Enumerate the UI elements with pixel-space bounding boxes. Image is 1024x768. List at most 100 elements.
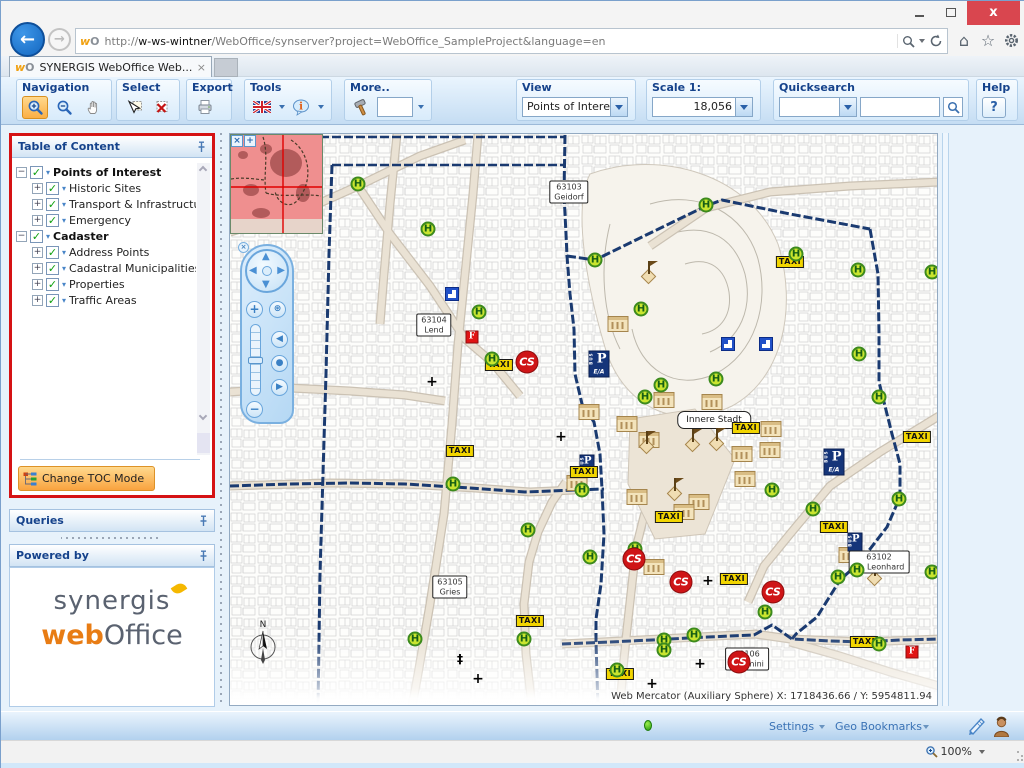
expander-icon[interactable]: +: [32, 247, 43, 258]
settings-caret-icon[interactable]: [819, 725, 825, 729]
church-cross-marker[interactable]: +: [702, 574, 714, 588]
citizen-service-marker[interactable]: CS: [670, 571, 693, 594]
toc-node-transport-infrastructure[interactable]: +✓▾Transport & Infrastructure: [12, 196, 212, 212]
museum-marker[interactable]: [702, 394, 723, 410]
queries-panel-header[interactable]: Queries: [9, 509, 215, 532]
toc-node-cadaster[interactable]: −✓▾Cadaster: [12, 228, 212, 244]
pin-icon[interactable]: [199, 515, 208, 527]
refresh-icon[interactable]: [929, 34, 943, 48]
pan-compass[interactable]: ▲ ▼ ◀ ▶: [245, 249, 289, 293]
church-cross-marker[interactable]: +: [426, 375, 438, 389]
bus-stop-marker[interactable]: H: [851, 263, 866, 278]
help-button[interactable]: ?: [982, 97, 1006, 118]
bus-stop-marker[interactable]: H: [421, 222, 436, 237]
bus-stop-marker[interactable]: H: [638, 390, 653, 405]
citizen-service-marker[interactable]: CS: [728, 651, 751, 674]
widget-zoom-in-button[interactable]: +: [246, 301, 263, 318]
toc-node-traffic-areas[interactable]: +✓▾Traffic Areas: [12, 292, 212, 308]
taxi-stand-marker[interactable]: TAXI: [516, 615, 544, 627]
church-cross-marker[interactable]: +: [472, 672, 484, 686]
pan-left-icon[interactable]: ◀: [249, 266, 257, 276]
museum-marker[interactable]: [761, 421, 782, 437]
layer-checkbox[interactable]: ✓: [46, 214, 59, 227]
browser-forward-button[interactable]: →: [48, 28, 71, 51]
scroll-down-icon[interactable]: [199, 412, 207, 420]
zoom-slider-handle[interactable]: [248, 357, 263, 364]
full-extent-button[interactable]: ⊛: [269, 301, 286, 318]
browser-tab[interactable]: wO SYNERGIS WebOffice Web... ×: [9, 56, 212, 77]
overview-map[interactable]: × +: [230, 134, 323, 234]
previous-extent-button[interactable]: ◀: [271, 331, 288, 348]
bus-stop-marker[interactable]: H: [446, 477, 461, 492]
user-avatar-icon[interactable]: [993, 716, 1010, 741]
museum-marker[interactable]: [644, 559, 665, 575]
zoom-caret-icon[interactable]: [979, 750, 985, 754]
bus-stop-marker[interactable]: H: [521, 523, 536, 538]
zoom-out-tool-button[interactable]: [51, 96, 77, 119]
geo-bookmarks-menu[interactable]: Geo Bookmarks: [835, 720, 922, 733]
bus-stop-marker[interactable]: H: [657, 643, 672, 658]
landmark-flag-marker[interactable]: [638, 430, 656, 454]
layer-checkbox[interactable]: ✓: [46, 182, 59, 195]
expander-icon[interactable]: +: [32, 215, 43, 226]
parking-marker[interactable]: BUSP: [848, 533, 863, 552]
zoom-slider[interactable]: [250, 324, 261, 396]
bus-stop-marker[interactable]: H: [925, 565, 939, 580]
quicksearch-input[interactable]: [860, 97, 940, 117]
layer-checkbox[interactable]: ✓: [46, 198, 59, 211]
layer-options-icon[interactable]: ▾: [46, 232, 50, 241]
bus-stop-marker[interactable]: H: [408, 632, 423, 647]
favorites-star-icon[interactable]: ☆: [977, 29, 999, 53]
taxi-stand-marker[interactable]: TAXI: [570, 466, 598, 478]
pan-tool-button[interactable]: [80, 96, 106, 119]
museum-marker[interactable]: [760, 442, 781, 458]
layer-checkbox[interactable]: ✓: [46, 294, 59, 307]
bus-stop-marker[interactable]: H: [517, 632, 532, 647]
taxi-stand-marker[interactable]: TAXI: [720, 573, 748, 585]
layer-checkbox[interactable]: ✓: [46, 246, 59, 259]
select-features-button[interactable]: [122, 96, 147, 119]
layer-options-icon[interactable]: ▾: [62, 216, 66, 225]
bus-stop-marker[interactable]: H: [687, 628, 702, 643]
bus-stop-marker[interactable]: H: [351, 177, 366, 192]
layer-checkbox[interactable]: ✓: [30, 230, 43, 243]
browser-back-button[interactable]: ←: [10, 22, 45, 57]
overview-close-button[interactable]: ×: [231, 135, 243, 147]
bus-stop-marker[interactable]: H: [588, 253, 603, 268]
toc-node-properties[interactable]: +✓▾Properties: [12, 276, 212, 292]
parking-marker[interactable]: BUSPE/A: [824, 449, 845, 476]
landmark-flag-marker[interactable]: [708, 427, 726, 451]
settings-menu[interactable]: Settings: [769, 720, 814, 733]
expander-icon[interactable]: +: [32, 295, 43, 306]
expander-icon[interactable]: −: [16, 231, 27, 242]
layer-options-icon[interactable]: ▾: [62, 248, 66, 257]
taxi-stand-marker[interactable]: TAXI: [655, 511, 683, 523]
bus-stop-marker[interactable]: H: [892, 492, 907, 507]
address-bar[interactable]: wO http://w-ws-wintner/WebOffice/synserv…: [75, 28, 948, 54]
pin-icon[interactable]: [199, 550, 208, 562]
pan-right-icon[interactable]: ▶: [277, 266, 285, 276]
poi-blue-marker[interactable]: [445, 287, 459, 301]
settings-gear-icon[interactable]: [1000, 29, 1022, 53]
overview-move-button[interactable]: +: [244, 135, 256, 147]
map-viewport[interactable]: Innere StadtBUSPE/ABUSPE/ABUSPBUSPFF++++…: [229, 133, 938, 706]
bus-stop-marker[interactable]: H: [610, 663, 625, 678]
pan-down-icon[interactable]: ▼: [262, 280, 270, 290]
bus-stop-marker[interactable]: H: [485, 352, 500, 367]
expander-icon[interactable]: +: [32, 199, 43, 210]
toc-node-points-of-interest[interactable]: −✓▾Points of Interest: [12, 164, 212, 180]
landmark-flag-marker[interactable]: [666, 477, 684, 501]
layer-options-icon[interactable]: ▾: [62, 280, 66, 289]
search-icon[interactable]: [902, 35, 915, 48]
sidebar-map-splitter[interactable]: [218, 133, 224, 706]
bus-stop-marker[interactable]: H: [925, 265, 939, 280]
bus-stop-marker[interactable]: H: [872, 637, 887, 652]
landmark-flag-marker[interactable]: [684, 428, 702, 452]
pharmacy-marker[interactable]: F: [906, 646, 919, 659]
bus-stop-marker[interactable]: H: [575, 483, 590, 498]
bus-stop-marker[interactable]: H: [634, 302, 649, 317]
taxi-stand-marker[interactable]: TAXI: [903, 431, 931, 443]
scale-combo-dropdown[interactable]: [735, 98, 752, 116]
bus-stop-marker[interactable]: H: [765, 483, 780, 498]
view-combo[interactable]: Points of Intere...: [522, 97, 628, 117]
